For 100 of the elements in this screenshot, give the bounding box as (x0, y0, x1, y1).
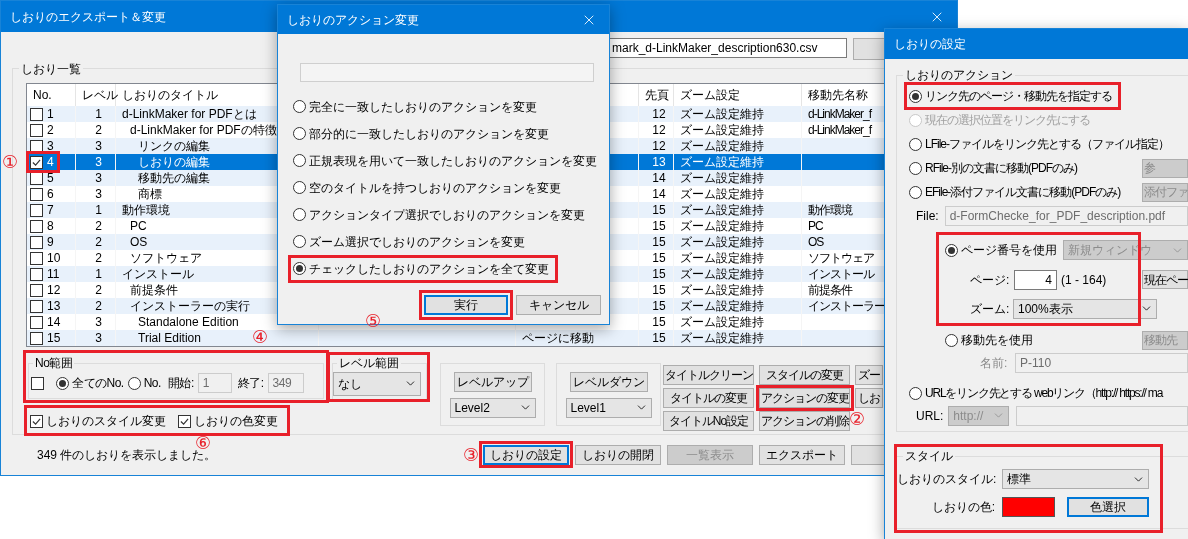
radio-label: 現在の選択位置をリンク先にする (925, 112, 1090, 129)
table-cell: 動作環境 (808, 202, 852, 218)
table-cell: ズーム設定維持 (680, 298, 764, 314)
table-cell: 12 (652, 138, 666, 154)
table-cell: 動作環境 (122, 202, 170, 218)
table-cell: インストーラーの実行 (130, 298, 250, 314)
group-label: しおり一覧 (19, 60, 83, 78)
table-cell: 15 (652, 330, 666, 346)
radio-label: 正規表現を用いて一致したしおりのアクションを変更 (309, 152, 597, 170)
table-cell: 14 (652, 186, 666, 202)
step-number: ③ (463, 445, 480, 465)
column-header: ズーム設定 (680, 87, 740, 104)
group-label: スタイル (903, 449, 955, 463)
group-label: No範囲 (33, 356, 75, 370)
table-cell: 3 (95, 154, 102, 170)
table-cell: 15 (652, 234, 666, 250)
row-number: 11 (47, 266, 60, 283)
table-cell: OS (808, 234, 824, 250)
table-cell: 12 (652, 122, 666, 138)
field-label: ズーム: (970, 300, 1011, 318)
table-cell: 2 (95, 250, 102, 266)
table-cell: 2 (95, 122, 102, 138)
table-cell: ズーム設定維持 (680, 170, 764, 186)
table-cell: ズーム設定維持 (680, 314, 764, 330)
checkbox-label: しおりのスタイル変更 (46, 413, 166, 430)
table-cell: 15 (652, 218, 666, 234)
field-label: 名前: (980, 355, 1009, 372)
table-cell: PC (130, 218, 147, 234)
window-title: しおりのアクション変更 (287, 11, 419, 29)
table-cell: ズーム設定維持 (680, 186, 764, 202)
table-cell: Trial Edition (138, 330, 201, 346)
table-cell: 15 (652, 266, 666, 282)
table-cell: 15 (652, 314, 666, 330)
table-cell: 3 (95, 330, 102, 346)
status-text: 349 件のしおりを表示しました。 (37, 448, 217, 464)
row-number: 13 (47, 298, 61, 315)
table-cell: 1 (95, 202, 102, 218)
table-cell: d-LinkMaker_f (808, 122, 872, 138)
column-header: No. (33, 87, 52, 104)
group-label: レベル範囲 (337, 356, 401, 370)
table-cell: Standalone Edition (138, 314, 239, 330)
table-cell: ソフトウェア (808, 250, 874, 266)
table-cell: リンクの編集 (138, 138, 210, 154)
table-cell: 1 (95, 106, 102, 122)
table-cell: 1 (95, 266, 102, 282)
column-header: レベル (82, 87, 118, 104)
radio-label: 移動先を使用 (961, 332, 1033, 349)
table-cell: ズーム設定維持 (680, 234, 764, 250)
table-cell: 前提条件 (130, 282, 178, 298)
row-number: 5 (47, 170, 54, 187)
checkbox-label: しおりの色変更 (194, 413, 278, 430)
row-number: 15 (47, 330, 61, 347)
column-header: 移動先名称 (808, 87, 868, 104)
row-number: 2 (47, 122, 54, 139)
table-cell: ページに移動 (522, 330, 594, 346)
page-range: (1 - 164) (1061, 271, 1107, 289)
table-cell: ズーム設定維持 (680, 106, 764, 122)
table-cell: 15 (652, 282, 666, 298)
step-number: ② (849, 409, 866, 429)
table-cell: ズーム設定維持 (680, 202, 764, 218)
radio-label: ページ番号を使用 (961, 242, 1057, 259)
table-cell: 移動先の編集 (138, 170, 210, 186)
row-number: 14 (47, 314, 61, 331)
group-label: しおりのアクション (903, 68, 1015, 82)
column-header: 先頁 (645, 87, 669, 104)
table-cell: 2 (95, 234, 102, 250)
table-cell: 2 (95, 282, 102, 298)
field-label: 開始: (167, 375, 194, 392)
radio-label: LFile-ファイルをリンク先とする（ファイル指定） (925, 136, 1169, 153)
table-cell: 2 (95, 298, 102, 314)
row-number: 7 (47, 202, 54, 219)
table-cell: 3 (95, 314, 102, 330)
table-cell: インストール (808, 266, 874, 282)
table-cell: しおりの編集 (138, 154, 210, 170)
field-label: しおりの色: (930, 499, 996, 516)
table-cell: インストール (122, 266, 194, 282)
step-number: ① (2, 152, 19, 172)
radio-label: リンク先のページ・移動先を指定する (925, 88, 1112, 105)
radio-label: 完全に一致したしおりのアクションを変更 (309, 98, 537, 116)
radio-label: No. (143, 375, 161, 392)
row-number: 9 (47, 234, 54, 251)
radio-label: 全てのNo. (72, 375, 124, 392)
radio-label: アクションタイプ選択でしおりのアクションを変更 (309, 206, 585, 224)
table-cell: 12 (652, 106, 666, 122)
radio-label: チェックしたしおりのアクションを全て変更 (309, 260, 549, 278)
table-cell: 商標 (138, 186, 162, 202)
row-number: 4 (47, 154, 54, 171)
field-label: URL: (916, 407, 944, 425)
table-cell: d-LinkMaker_f (808, 106, 872, 122)
row-number: 1 (47, 106, 54, 123)
row-number: 6 (47, 186, 54, 203)
field-label: File: (916, 208, 939, 225)
radio-label: 部分的に一致したしおりのアクションを変更 (309, 125, 549, 143)
field-label: ページ: (970, 271, 1011, 289)
table-cell: ズーム設定維持 (680, 250, 764, 266)
table-cell: ズーム設定維持 (680, 330, 764, 346)
column-header: しおりのタイトル (122, 87, 218, 104)
table-cell: 14 (652, 170, 666, 186)
table-cell: ズーム設定維持 (680, 218, 764, 234)
table-cell: 3 (95, 138, 102, 154)
